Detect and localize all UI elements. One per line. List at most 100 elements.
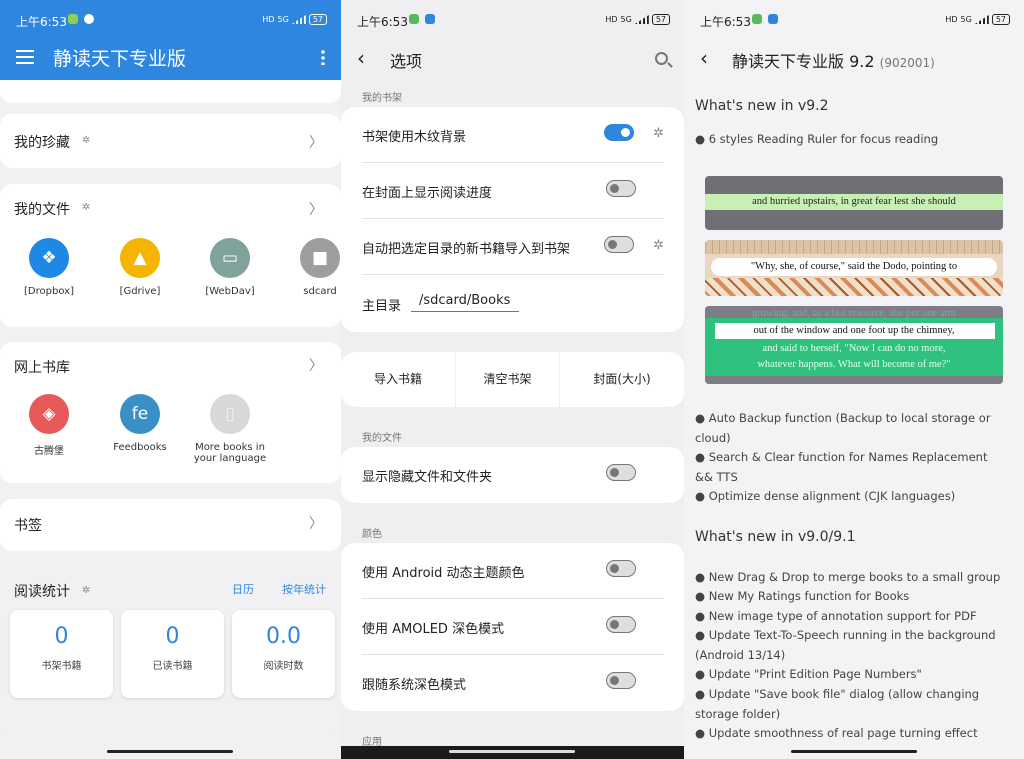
hd-indicator: HD <box>945 15 958 24</box>
online-library-title: 网上书库 <box>14 360 70 376</box>
gear-icon[interactable]: ✲ <box>653 126 664 141</box>
item-text: New image type of annotation support for… <box>708 609 977 623</box>
gear-icon[interactable]: ✲ <box>82 135 90 146</box>
yearly-stats-link[interactable]: 按年统计 <box>282 581 326 597</box>
source-label: Feedbooks <box>113 442 167 453</box>
source-sdcard[interactable]: ■ sdcard <box>280 238 341 297</box>
top-card <box>0 80 341 103</box>
show-hidden-toggle[interactable] <box>606 464 636 481</box>
dynamic-color-toggle[interactable] <box>606 560 636 577</box>
back-arrow-icon[interactable]: ‹ <box>357 46 365 70</box>
battery-icon: 57 <box>651 14 670 25</box>
stat-reading-hours[interactable]: 0.0 阅读时数 <box>232 610 335 698</box>
setting-show-progress[interactable]: 在封面上显示阅读进度 <box>362 163 664 219</box>
app-bar: 上午6:53 HD 5G 57 静读天下专业版 <box>0 0 341 80</box>
wood-background-toggle[interactable] <box>604 124 634 141</box>
notification-icon <box>84 14 94 24</box>
stat-shelf-books[interactable]: 0 书架书籍 <box>10 610 113 698</box>
item-text: 6 styles Reading Ruler for focus reading <box>708 132 939 146</box>
setting-auto-import[interactable]: 自动把选定目录的新书籍导入到书架 ✲ <box>362 219 664 275</box>
build-number: (902001) <box>879 56 935 70</box>
section-header-color: 颜色 <box>362 529 382 540</box>
network-indicator: 5G <box>620 15 632 24</box>
source-gutenberg[interactable]: ◈ 古腾堡 <box>9 394 89 457</box>
status-time: 上午6:53 <box>16 15 67 29</box>
app-version-title: 静读天下专业版 9.2 <box>732 52 875 71</box>
stat-read-books[interactable]: 0 已读书籍 <box>121 610 224 698</box>
auto-import-toggle[interactable] <box>604 236 634 253</box>
signal-icon <box>634 15 649 24</box>
ruler-line-text: out of the window and one foot up the ch… <box>753 325 955 336</box>
setting-dynamic-color[interactable]: 使用 Android 动态主题颜色 <box>362 543 664 599</box>
item-text: New My Ratings function for Books <box>708 589 910 603</box>
main-screen: 上午6:53 HD 5G 57 静读天下专业版 我的珍藏 ✲ 〉 我的文件 ✲ … <box>0 0 341 759</box>
cover-size-button[interactable]: 封面(大小) <box>560 352 684 407</box>
shelf-settings-group: 书架使用木纹背景 ✲ 在封面上显示阅读进度 自动把选定目录的新书籍导入到书架 ✲… <box>341 107 684 332</box>
status-time: 上午6:53 <box>357 15 408 29</box>
source-feedbooks[interactable]: fe Feedbooks <box>100 394 180 453</box>
show-progress-toggle[interactable] <box>606 180 636 197</box>
import-books-button[interactable]: 导入书籍 <box>341 352 455 407</box>
signal-icon <box>974 15 989 24</box>
bookmarks-card[interactable]: 书签 〉 <box>0 499 341 551</box>
list-item: ● Update smoothness of real page turning… <box>695 726 978 740</box>
heading-v90: What's new in v9.0/9.1 <box>695 529 856 545</box>
ruler-line-text: whatever happens. What will become of me… <box>757 359 951 370</box>
chevron-right-icon[interactable]: 〉 <box>309 513 323 533</box>
chevron-right-icon[interactable]: 〉 <box>309 355 323 375</box>
webdav-icon: ▭ <box>210 238 250 278</box>
calendar-link[interactable]: 日历 <box>232 581 254 597</box>
item-text: Auto Backup function (Backup to local st… <box>695 411 991 445</box>
ruler-style-wood: "Why, she, of course," said the Dodo, po… <box>705 240 1003 296</box>
source-webdav[interactable]: ▭ [WebDav] <box>190 238 270 297</box>
item-text: New Drag & Drop to merge books to a smal… <box>708 570 1001 584</box>
gear-icon[interactable]: ✲ <box>82 202 90 213</box>
feedbooks-icon: fe <box>120 394 160 434</box>
book-icon: ▯ <box>210 394 250 434</box>
source-more-books[interactable]: ▯ More books in your language <box>190 394 270 464</box>
gear-icon[interactable]: ✲ <box>82 585 90 596</box>
notification-icon <box>425 14 435 24</box>
setting-wood-background[interactable]: 书架使用木纹背景 ✲ <box>362 107 664 163</box>
ruler-line-text: and hurried upstairs, in great fear lest… <box>752 196 956 207</box>
more-options-icon[interactable] <box>321 49 325 65</box>
whats-new-screen: 上午6:53 HD 5G 57 ‹ 静读天下专业版 9.2 (902001) W… <box>684 0 1024 759</box>
ruler-ticks <box>705 240 1003 254</box>
status-time: 上午6:53 <box>700 15 751 29</box>
amoled-toggle[interactable] <box>606 616 636 633</box>
back-arrow-icon[interactable]: ‹ <box>700 46 708 70</box>
source-gdrive[interactable]: ▲ [Gdrive] <box>100 238 180 297</box>
menu-icon[interactable] <box>16 50 34 64</box>
setting-label: 自动把选定目录的新书籍导入到书架 <box>362 242 571 257</box>
stat-value: 0 <box>54 624 69 649</box>
setting-label: 使用 Android 动态主题颜色 <box>362 566 525 581</box>
section-header-shelf: 我的书架 <box>362 93 402 104</box>
gear-icon[interactable]: ✲ <box>653 238 664 253</box>
list-item: ● Update "Save book file" dialog (allow … <box>695 687 980 721</box>
search-icon[interactable] <box>655 52 668 65</box>
clear-shelf-button[interactable]: 清空书架 <box>456 352 559 407</box>
setting-amoled[interactable]: 使用 AMOLED 深色模式 <box>362 599 664 655</box>
files-settings-group: 显示隐藏文件和文件夹 <box>341 447 684 503</box>
source-dropbox[interactable]: ❖ [Dropbox] <box>9 238 89 297</box>
main-dir-field[interactable]: /sdcard/Books <box>411 291 519 312</box>
item-text: Update "Save book file" dialog (allow ch… <box>695 687 980 721</box>
setting-label: 显示隐藏文件和文件夹 <box>362 470 493 485</box>
item-text: Update smoothness of real page turning e… <box>708 726 978 740</box>
battery-icon: 57 <box>308 14 327 25</box>
setting-show-hidden[interactable]: 显示隐藏文件和文件夹 <box>362 447 664 503</box>
chevron-right-icon[interactable]: 〉 <box>309 132 323 152</box>
follow-system-dark-toggle[interactable] <box>606 672 636 689</box>
list-item: ● New image type of annotation support f… <box>695 609 977 623</box>
ruler-line-text: and said to herself, "Now I can do no mo… <box>762 343 946 354</box>
section-header-files: 我的文件 <box>362 433 402 444</box>
dropbox-icon: ❖ <box>29 238 69 278</box>
gutenberg-icon: ◈ <box>29 394 69 434</box>
favorites-card[interactable]: 我的珍藏 ✲ 〉 <box>0 114 341 168</box>
app-title: 静读天下专业版 <box>53 48 187 70</box>
favorites-title: 我的珍藏 <box>14 135 70 151</box>
leaf-pattern <box>705 278 1003 296</box>
network-indicator: 5G <box>277 15 289 24</box>
setting-follow-system-dark[interactable]: 跟随系统深色模式 <box>362 655 664 711</box>
chevron-right-icon[interactable]: 〉 <box>309 199 323 219</box>
